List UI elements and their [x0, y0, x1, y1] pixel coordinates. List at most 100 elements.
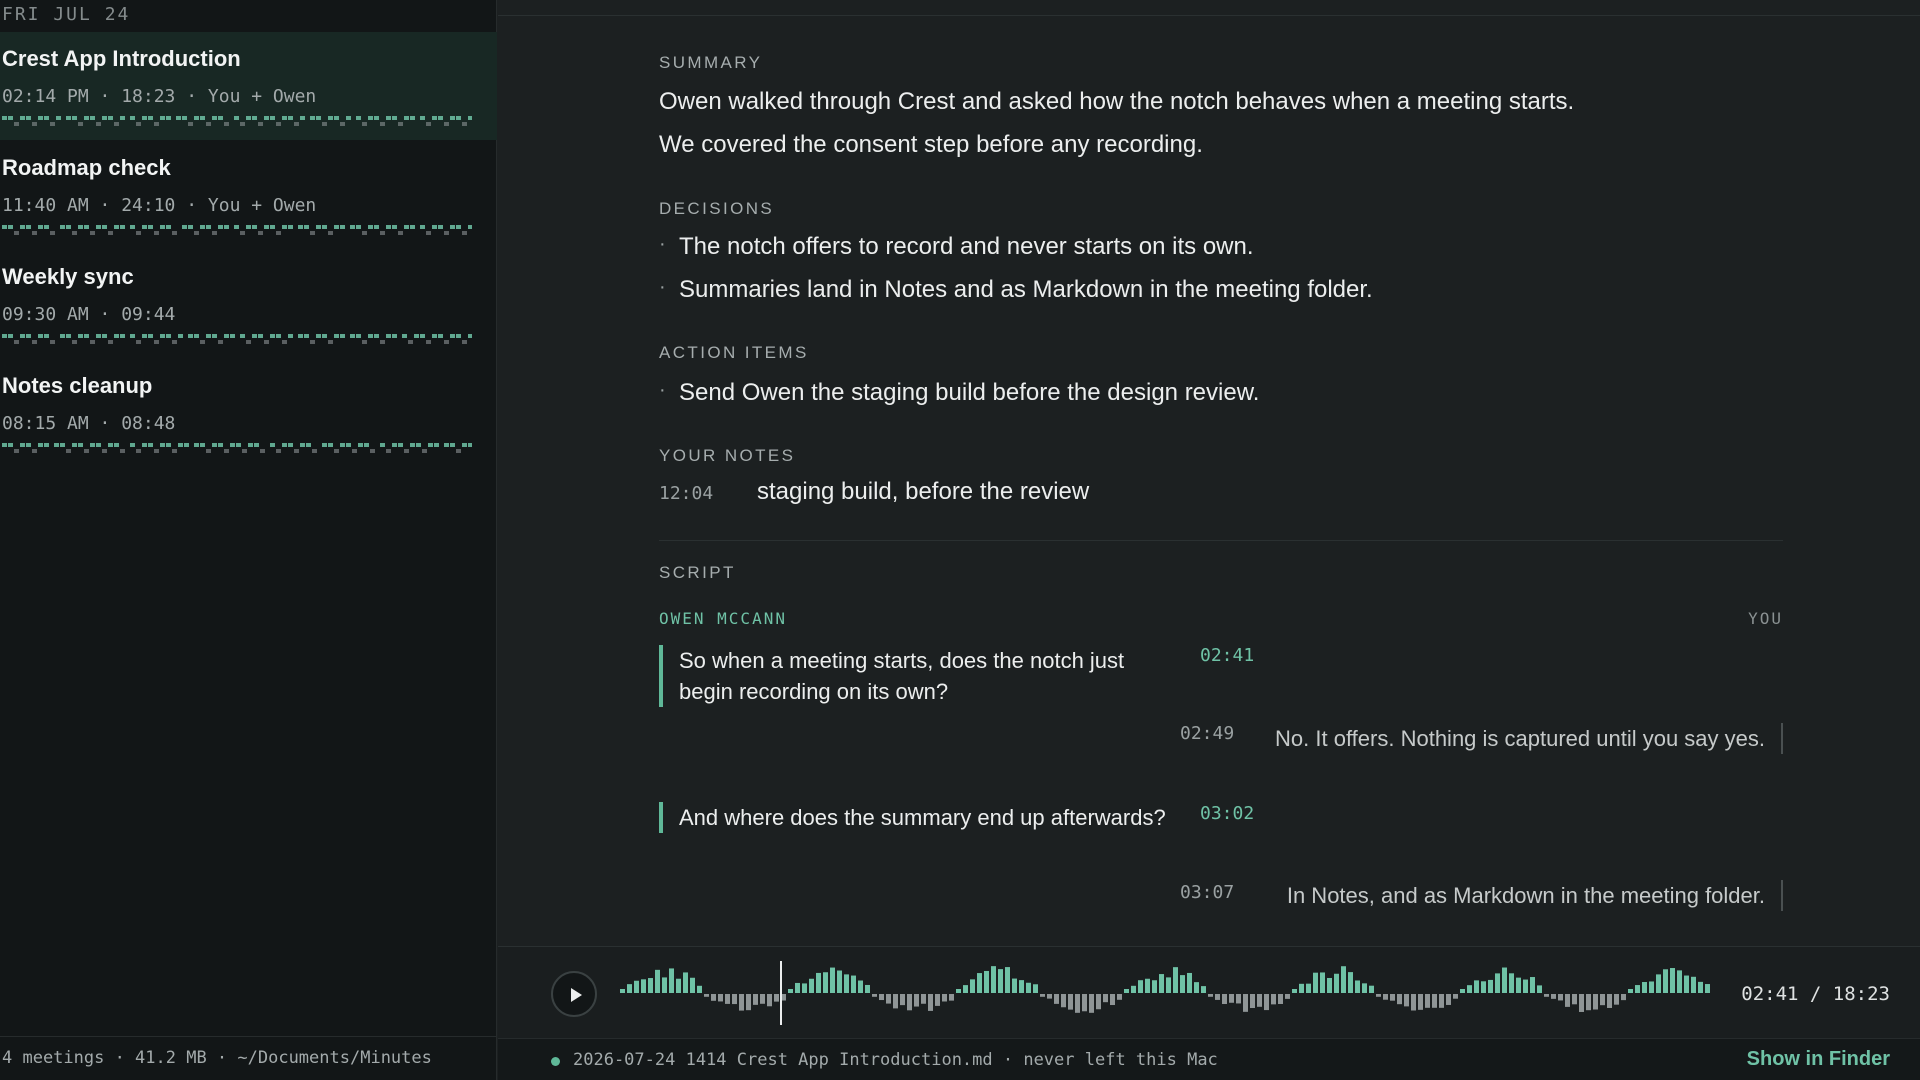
speech-bar: [462, 122, 467, 126]
meeting-title: Notes cleanup: [2, 373, 153, 398]
waveform-bar: [1481, 981, 1486, 993]
speech-bar: [288, 334, 293, 338]
play-button[interactable]: [551, 971, 597, 1017]
utterance-you: In Notes, and as Markdown in the meeting…: [1223, 880, 1783, 911]
waveform-bar: [816, 972, 821, 993]
speech-bar: [66, 449, 71, 453]
note-timestamp[interactable]: 12:04: [659, 483, 713, 504]
speech-bar: [246, 340, 251, 344]
waveform-bar: [1614, 994, 1619, 1005]
waveform-bar: [1334, 973, 1339, 993]
speech-bar: [90, 116, 95, 120]
speech-bar: [444, 122, 449, 126]
waveform-bar: [1691, 976, 1696, 993]
waveform-bar: [1320, 972, 1325, 993]
waveform-bar: [1299, 983, 1304, 993]
summary-label: SUMMARY: [659, 53, 763, 72]
speech-bar: [392, 116, 397, 120]
play-icon: [571, 988, 582, 1002]
show-in-finder-link[interactable]: Show in Finder: [1747, 1048, 1890, 1071]
speech-bar: [364, 443, 369, 447]
speech-bar: [334, 449, 339, 453]
speech-bar: [160, 443, 165, 447]
speech-bar: [130, 334, 135, 338]
bullet-icon: ·: [659, 276, 666, 298]
speech-bar: [294, 449, 299, 453]
speech-bar: [50, 340, 55, 344]
waveform-bar: [1229, 994, 1234, 1003]
waveform-bar: [949, 994, 954, 1001]
speech-bar: [398, 231, 403, 235]
speech-bar: [136, 122, 141, 126]
speech-bar: [264, 340, 269, 344]
decisions-label: DECISIONS: [659, 199, 775, 218]
speech-bar: [96, 122, 101, 126]
speech-bar: [56, 116, 61, 120]
waveform-bar: [774, 994, 779, 1002]
speech-bar: [316, 225, 321, 229]
action-item-text: Send Owen the staging build before the d…: [679, 379, 1260, 406]
speech-bar: [130, 443, 135, 447]
speech-bar: [392, 225, 397, 229]
speech-bar: [276, 334, 281, 338]
speech-bar: [200, 443, 205, 447]
waveform-bar: [1467, 985, 1472, 993]
speech-bar: [60, 225, 65, 229]
speech-bar: [422, 449, 427, 453]
speech-bar: [206, 334, 211, 338]
speech-bar: [432, 225, 437, 229]
waveform-bar: [1138, 980, 1143, 993]
utterance-timestamp[interactable]: 02:41: [1200, 645, 1254, 666]
waveform-bar: [1033, 984, 1038, 993]
speech-bar: [66, 116, 71, 120]
utterance-timestamp[interactable]: 03:02: [1200, 803, 1254, 824]
speech-bar: [386, 334, 391, 338]
speech-bar: [194, 334, 199, 338]
speech-bar: [456, 449, 461, 453]
waveform-scrubber[interactable]: [620, 957, 1920, 1029]
speech-bar: [72, 231, 77, 235]
meeting-item-crest-app-introduction[interactable]: Crest App Introduction 02:14 PM · 18:23 …: [0, 32, 497, 140]
waveform-bar: [1404, 994, 1409, 1007]
meeting-item-notes-cleanup[interactable]: Notes cleanup 08:15 AM · 08:48: [0, 359, 497, 467]
speech-bar: [14, 231, 19, 235]
speech-bar: [142, 116, 147, 120]
speech-bar: [32, 231, 37, 235]
waveform-bar: [1201, 986, 1206, 993]
speech-bar: [194, 443, 199, 447]
utterance-timestamp[interactable]: 02:49: [1180, 723, 1234, 744]
waveform-bar: [1166, 977, 1171, 993]
speech-bar: [44, 116, 49, 120]
speech-bar: [356, 334, 361, 338]
waveform-bar: [1502, 967, 1507, 993]
waveform-bar: [1103, 994, 1108, 1003]
speech-bar: [304, 334, 309, 338]
speech-bar: [240, 231, 245, 235]
speech-bar: [404, 116, 409, 120]
waveform-bar: [1194, 982, 1199, 993]
playhead[interactable]: [780, 961, 782, 1025]
waveform-bar: [900, 994, 905, 1006]
waveform-bar: [1600, 994, 1605, 1006]
speech-bar: [438, 334, 443, 338]
speech-bar: [66, 334, 71, 338]
meeting-item-weekly-sync[interactable]: Weekly sync 09:30 AM · 09:44: [0, 250, 497, 358]
speech-bar: [306, 443, 311, 447]
utterance-owen: So when a meeting starts, does the notch…: [659, 645, 1179, 707]
speech-bar: [32, 449, 37, 453]
waveform-bar: [1663, 969, 1668, 993]
waveform-bar: [1446, 994, 1451, 1005]
meeting-speech-bars: [2, 116, 472, 126]
waveform-bar: [1145, 978, 1150, 993]
speech-bar: [432, 116, 437, 120]
speech-bar: [2, 116, 7, 120]
speech-bar: [362, 122, 367, 126]
speech-bar: [322, 122, 327, 126]
waveform-bar: [802, 983, 807, 993]
meeting-item-roadmap-check[interactable]: Roadmap check 11:40 AM · 24:10 · You + O…: [0, 141, 497, 249]
speech-bar: [148, 334, 153, 338]
speech-bar: [38, 225, 43, 229]
speech-bar: [38, 116, 43, 120]
bullet-icon: ·: [659, 233, 666, 255]
waveform-bar: [697, 985, 702, 993]
